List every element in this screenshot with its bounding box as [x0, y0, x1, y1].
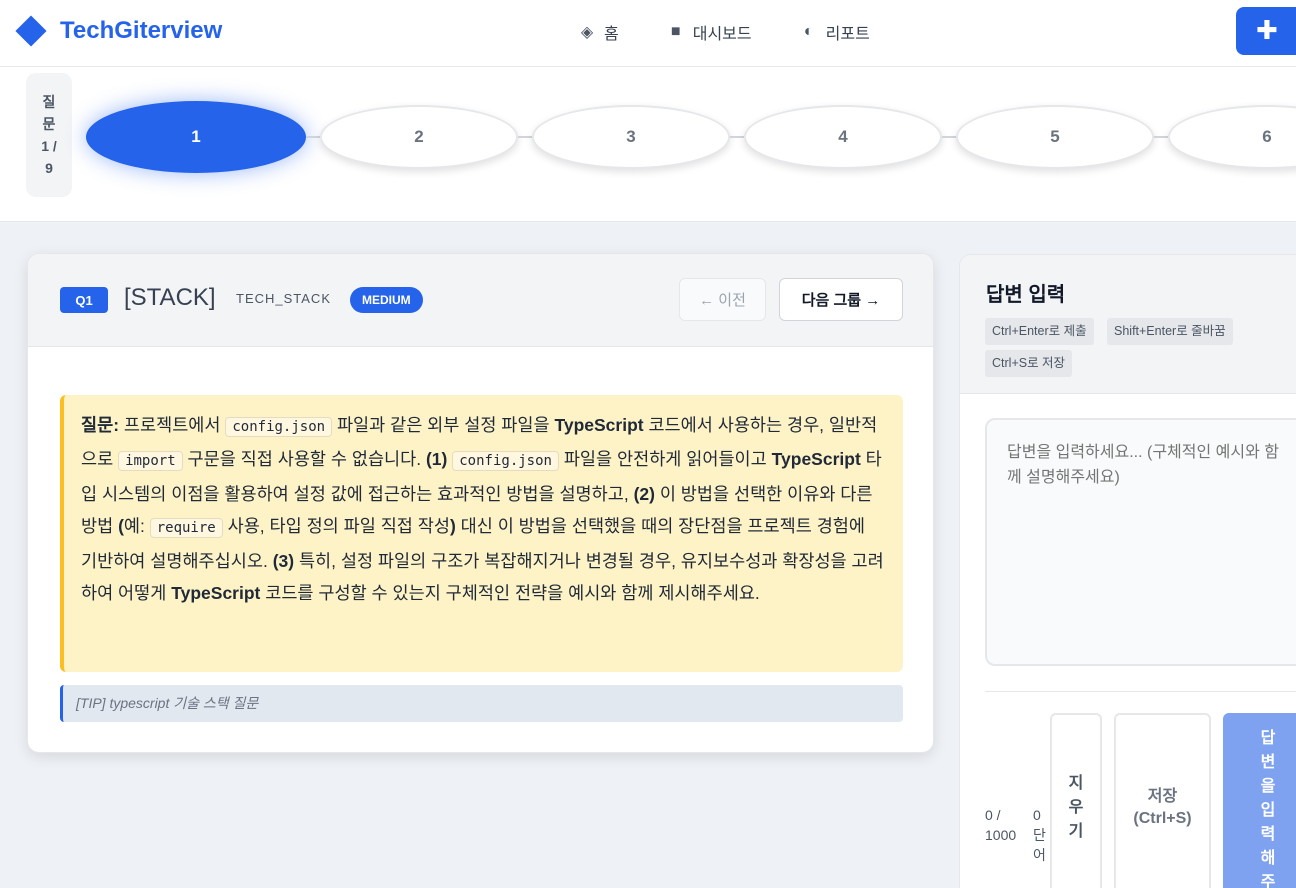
nav-item-label: 홈: [604, 26, 619, 43]
question-counter: 질문 1 / 9: [26, 73, 72, 197]
prev-button[interactable]: ← 이전: [679, 278, 766, 321]
inline-code: require: [149, 518, 223, 539]
step-6[interactable]: 6: [1168, 105, 1296, 169]
question-text-bold: TypeScript: [554, 415, 644, 435]
logo-text: TechGiterview: [60, 17, 223, 44]
answer-panel-header: 답변 입력 Ctrl+Enter로 제출 Shift+Enter로 줄바꿈 Ct…: [960, 255, 1296, 394]
question-label: 질문:: [81, 415, 120, 435]
step-connector: [942, 136, 956, 138]
question-card-header: Q1 [STACK] TECH_STACK MEDIUM ← 이전 다음 그룹 …: [28, 254, 933, 347]
shortcut-submit: Ctrl+Enter로 제출: [985, 318, 1094, 345]
nav-item-home[interactable]: ◈ 홈: [578, 20, 619, 44]
question-type: TECH_STACK: [236, 291, 331, 306]
step-list: 1 2 3 4 5 6: [86, 101, 1296, 173]
answer-panel: 답변 입력 Ctrl+Enter로 제출 Shift+Enter로 줄바꿈 Ct…: [959, 254, 1296, 888]
nav-item-report[interactable]: ◐ 리포트: [800, 20, 870, 44]
logo[interactable]: TechGiterview: [15, 15, 223, 47]
question-text-bold: TypeScript: [171, 583, 261, 604]
question-text-part: 파일과 같은 외부 설정 파일을: [332, 415, 555, 435]
diamond-icon: ◈: [580, 24, 594, 41]
inline-code: config.json: [452, 451, 559, 472]
question-text-bold: (1): [425, 449, 448, 470]
question-text-bold: (2): [633, 483, 655, 504]
char-count: 0 / 1000: [985, 807, 1017, 843]
question-text-bold: TypeScript: [771, 449, 861, 470]
inline-code: import: [118, 451, 183, 472]
answer-title: 답변 입력: [986, 284, 1066, 306]
clear-button-label: 지우기: [1068, 775, 1084, 840]
question-text-part: 코드를 구성할 수 있는지 구체적인 전략을 예시와 함께 제시해주세요.: [260, 583, 760, 604]
question-number-badge: Q1: [60, 287, 108, 313]
save-button[interactable]: 저장 (Ctrl+S): [1114, 713, 1211, 888]
step-4[interactable]: 4: [744, 105, 942, 169]
step-connector: [1154, 136, 1168, 138]
step-connector: [518, 136, 532, 138]
step-connector: [306, 136, 320, 138]
clear-button[interactable]: 지우기: [1050, 713, 1102, 888]
question-counter-text: 질문 1 / 9: [41, 94, 57, 176]
question-text-part: 파일을 안전하게 읽어들이고: [558, 449, 772, 470]
question-text-part: 사용, 타입 정의 파일 직접 작성: [222, 516, 450, 537]
question-category: [STACK]: [124, 284, 216, 311]
half-circle-icon: ◐: [803, 23, 814, 40]
answer-input[interactable]: [985, 418, 1296, 666]
shortcut-save: Ctrl+S로 저장: [985, 350, 1073, 377]
step-5[interactable]: 5: [956, 105, 1154, 169]
nav-item-dashboard[interactable]: ■ 대시보드: [667, 20, 752, 44]
difficulty-badge: MEDIUM: [350, 287, 423, 313]
question-progress: 질문 1 / 9 1 2 3 4 5 6: [0, 67, 1296, 222]
main-nav: ◈ 홈 ■ 대시보드 ◐ 리포트: [578, 20, 870, 44]
shortcut-newline: Shift+Enter로 줄바꿈: [1107, 318, 1233, 345]
logo-diamond-icon: [15, 15, 47, 47]
divider: [985, 691, 1296, 692]
new-analysis-button[interactable]: ✚: [1236, 7, 1296, 55]
submit-button[interactable]: 답변을 입력해주세요: [1223, 713, 1296, 888]
step-3[interactable]: 3: [532, 105, 730, 169]
step-2[interactable]: 2: [320, 105, 518, 169]
question-text-part: 프로젝트에서: [119, 415, 226, 435]
step-1[interactable]: 1: [86, 101, 306, 173]
square-icon: ■: [670, 23, 681, 40]
nav-item-label: 대시보드: [692, 26, 752, 43]
nav-item-label: 리포트: [825, 26, 870, 43]
next-group-button[interactable]: 다음 그룹 →: [779, 278, 903, 321]
question-text-part: 예:: [123, 516, 150, 537]
question-card: Q1 [STACK] TECH_STACK MEDIUM ← 이전 다음 그룹 …: [27, 253, 934, 753]
word-count: 0 단어: [1033, 807, 1046, 863]
top-header: TechGiterview ◈ 홈 ■ 대시보드 ◐ 리포트 ✚: [0, 0, 1296, 67]
question-text-part: 구문을 직접 사용할 수 없습니다.: [182, 449, 426, 470]
question-text: 질문: 프로젝트에서 config.json 파일과 같은 외부 설정 파일을 …: [60, 395, 903, 672]
inline-code: config.json: [225, 417, 333, 437]
step-connector: [730, 136, 744, 138]
question-text-bold: (3): [272, 550, 295, 571]
question-tip: [TIP] typescript 기술 스택 질문: [60, 685, 903, 722]
plus-icon: ✚: [1256, 15, 1278, 45]
submit-button-label: 답변을 입력해주세요: [1260, 730, 1276, 888]
